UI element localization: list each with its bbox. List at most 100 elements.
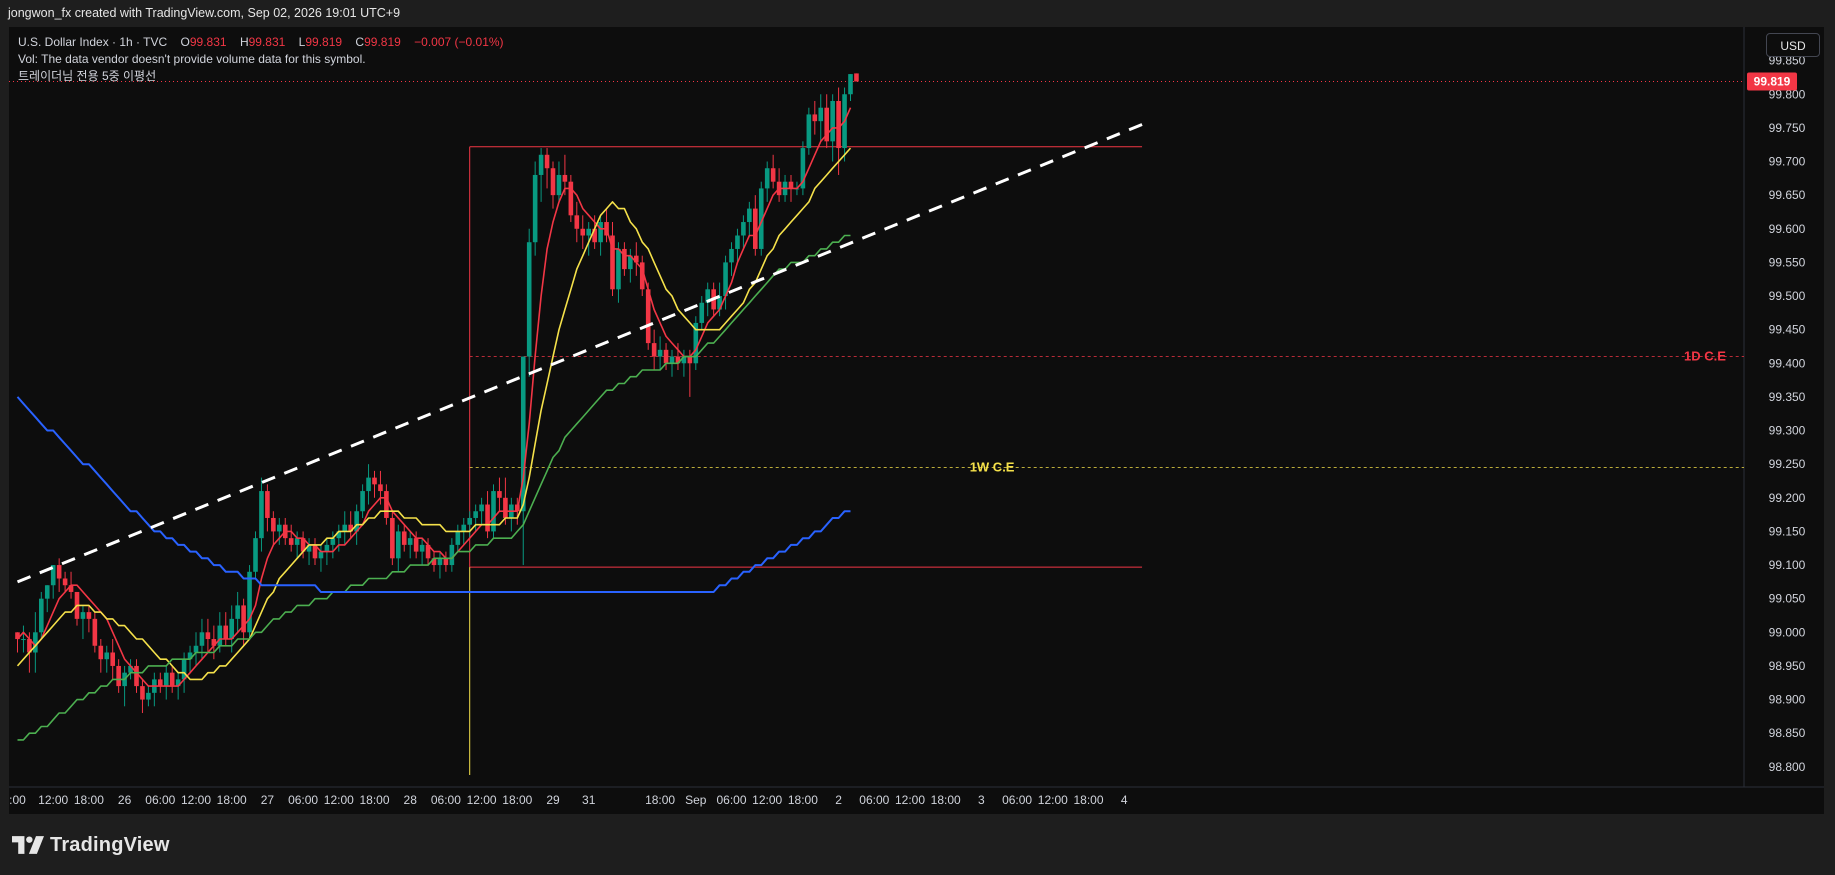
candle-body[interactable] [396,531,401,559]
candle-body[interactable] [598,222,603,243]
candle-body[interactable] [217,625,223,646]
candle-body[interactable] [574,215,580,229]
candle-body[interactable] [651,343,657,357]
candle-body[interactable] [419,544,425,552]
candle-body[interactable] [657,349,663,357]
candle-body[interactable] [354,511,359,532]
candle-body[interactable] [62,578,68,586]
candle-body[interactable] [33,632,38,653]
candle-body[interactable] [443,558,449,566]
candle-body[interactable] [526,242,532,357]
candle-body[interactable] [503,497,508,518]
candle-body[interactable] [181,659,187,680]
candle-body[interactable] [158,679,163,687]
candle-body[interactable] [294,538,300,545]
candle-body[interactable] [455,531,461,545]
candle-body[interactable] [110,652,115,666]
candle-body[interactable] [753,208,758,249]
candle-body[interactable] [288,538,294,545]
candle-body[interactable] [497,491,502,498]
candle-body[interactable] [401,531,407,545]
candle-body[interactable] [390,517,395,559]
candle-body[interactable] [586,228,591,236]
candle-body[interactable] [318,551,324,559]
candle-body[interactable] [550,168,556,196]
candle-body[interactable] [163,672,169,687]
candle-body[interactable] [56,565,62,579]
candle-body[interactable] [622,248,627,270]
candle-body[interactable] [199,632,205,646]
candle-body[interactable] [669,356,675,364]
candle-body[interactable] [770,168,776,182]
candle-body[interactable] [360,491,365,512]
candle-body[interactable] [556,174,562,196]
candle-body[interactable] [44,585,50,599]
indicator-label[interactable]: 트레이더님 전용 5중 이평선 [18,68,504,85]
candle-body[interactable] [538,154,544,175]
candle-body[interactable] [735,235,740,249]
candle-body[interactable] [467,517,472,525]
symbol-title[interactable]: U.S. Dollar Index · 1h · TVC [18,35,167,49]
candle-body[interactable] [253,538,258,572]
candle-body[interactable] [366,477,371,492]
candle-body[interactable] [818,107,824,122]
candle-body[interactable] [580,228,586,236]
candle-body[interactable] [449,544,455,566]
candle-body[interactable] [729,248,734,263]
candle-body[interactable] [562,174,568,182]
candle-body[interactable] [812,114,818,122]
candle-body[interactable] [205,632,211,640]
candle-body[interactable] [235,605,240,619]
candle-body[interactable] [788,181,794,189]
candle-body[interactable] [741,222,746,236]
candle-body[interactable] [116,665,121,687]
candle-body[interactable] [39,598,44,633]
candle-body[interactable] [271,517,276,532]
candle-body[interactable] [848,74,853,95]
candle-body[interactable] [98,645,104,660]
candle-body[interactable] [806,114,812,149]
candle-body[interactable] [372,477,377,485]
candle-body[interactable] [134,665,139,687]
candle-body[interactable] [223,625,229,640]
candle-body[interactable] [342,524,348,532]
candle-body[interactable] [699,302,705,323]
tradingview-brand[interactable]: TradingView [12,832,170,858]
candle-body[interactable] [265,491,270,518]
candle-body[interactable] [544,154,550,169]
candle-body[interactable] [473,511,478,518]
candle-body[interactable] [830,100,835,142]
candle-body[interactable] [616,248,621,290]
candle-body[interactable] [193,645,199,653]
candle-body[interactable] [854,73,859,82]
candle-body[interactable] [324,544,330,552]
candle-body[interactable] [80,612,86,619]
candle-body[interactable] [764,168,770,189]
candle-body[interactable] [568,181,574,216]
candle-body[interactable] [437,558,443,566]
candle-body[interactable] [407,538,413,545]
candle-body[interactable] [86,612,92,619]
candle-body[interactable] [104,652,110,660]
candle-body[interactable] [479,504,484,512]
candle-body[interactable] [247,571,252,633]
candle-body[interactable] [836,100,841,149]
candle-body[interactable] [378,484,383,492]
candle-body[interactable] [330,538,336,545]
chart-area[interactable]: 99.850 99.800 99.750 99.700 99.650 99.600 99.5… [9,27,1824,814]
candle-body[interactable] [413,538,419,552]
candle-body[interactable] [485,504,490,532]
candle-body[interactable] [21,639,26,641]
candle-body[interactable] [259,491,264,539]
currency-button[interactable]: USD [1766,33,1820,57]
candle-body[interactable] [140,686,145,700]
candle-body[interactable] [461,524,467,532]
candle-body[interactable] [747,208,752,223]
volume-note[interactable]: Vol: The data vendor doesn't provide vol… [18,51,504,68]
candle-body[interactable] [687,356,693,364]
candle-body[interactable] [277,524,282,532]
candle-body[interactable] [663,349,669,364]
candle-body[interactable] [92,618,98,646]
candle-body[interactable] [384,491,389,518]
price-chart[interactable]: 99.85099.80099.75099.70099.65099.60099.5… [9,27,1824,814]
